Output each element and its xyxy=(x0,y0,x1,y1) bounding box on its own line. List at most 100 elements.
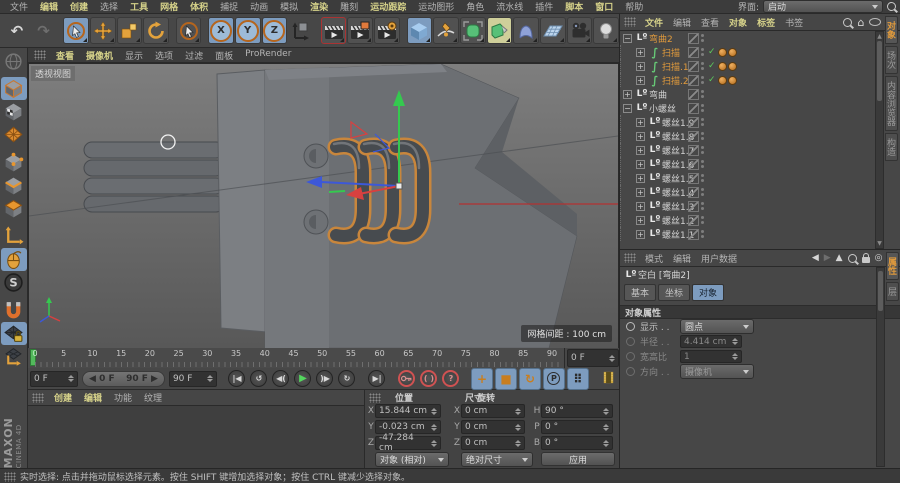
layer-toggle-icon[interactable] xyxy=(688,103,699,114)
current-frame-field[interactable]: 0 F xyxy=(567,349,619,367)
object-tree-item[interactable]: +Lº螺丝1.8 xyxy=(620,129,876,143)
coordinate-system-button[interactable] xyxy=(288,17,314,44)
render-settings-button[interactable] xyxy=(374,17,400,44)
coordinate-field[interactable]: 90 ° xyxy=(541,404,613,418)
visibility-dots-icon[interactable] xyxy=(701,160,704,168)
material-menu-编辑[interactable]: 编辑 xyxy=(78,391,108,404)
stepper-icon[interactable] xyxy=(512,408,521,415)
coordinate-field[interactable]: -0.023 cm xyxy=(375,420,441,434)
attribute-field[interactable]: 1 xyxy=(680,350,742,363)
om-menu-编辑[interactable]: 编辑 xyxy=(668,16,696,29)
workplane-mode-button[interactable] xyxy=(1,124,27,146)
object-tree-item[interactable]: +Lº螺丝1.4 xyxy=(620,185,876,199)
layer-toggle-icon[interactable] xyxy=(688,47,699,58)
viewport-menu-ProRender[interactable]: ProRender xyxy=(239,49,297,62)
visibility-dots-icon[interactable] xyxy=(701,62,704,70)
expand-icon[interactable]: + xyxy=(636,174,645,183)
viewport-menu-查看[interactable]: 查看 xyxy=(50,49,80,62)
layer-toggle-icon[interactable] xyxy=(688,131,699,142)
last-tool-button[interactable] xyxy=(176,17,202,44)
drag-handle[interactable] xyxy=(4,472,16,482)
redo-button[interactable]: ↷ xyxy=(31,17,57,44)
forward-icon[interactable]: ▶ xyxy=(824,253,831,263)
expand-icon[interactable]: + xyxy=(636,48,645,57)
expand-icon[interactable]: + xyxy=(636,216,645,225)
enable-axis-button[interactable] xyxy=(1,225,27,247)
view-type-label[interactable]: 透视视图 xyxy=(31,66,75,81)
object-tree-item[interactable]: +Lº螺丝1.5 xyxy=(620,171,876,185)
drag-handle[interactable] xyxy=(624,17,636,27)
subdivision-surface-button[interactable] xyxy=(460,17,486,44)
goto-start-button[interactable]: |◀ xyxy=(227,369,247,389)
target-icon[interactable]: ◎ xyxy=(875,253,883,263)
loop-button[interactable]: ↻ xyxy=(337,369,357,389)
layer-toggle-icon[interactable] xyxy=(688,89,699,100)
menu-模拟[interactable]: 模拟 xyxy=(274,0,304,13)
expand-icon[interactable]: + xyxy=(636,160,645,169)
layer-toggle-icon[interactable] xyxy=(688,145,699,156)
menu-脚本[interactable]: 脚本 xyxy=(559,0,589,13)
object-tree-item[interactable]: +∫扫描.2✓ xyxy=(620,73,876,87)
gizmo-center-handle[interactable] xyxy=(396,183,402,189)
visibility-dots-icon[interactable] xyxy=(701,230,704,238)
perspective-viewport[interactable]: 透视视图 网格间距 : 100 cm xyxy=(28,63,619,349)
object-tree-item[interactable]: −Lº弯曲2 xyxy=(620,31,876,45)
visibility-dots-icon[interactable] xyxy=(701,202,704,210)
record-keyframe-button[interactable] xyxy=(397,369,417,389)
menu-角色[interactable]: 角色 xyxy=(460,0,490,13)
keyframe-circle-icon[interactable] xyxy=(626,322,635,331)
menu-动画[interactable]: 动画 xyxy=(244,0,274,13)
menu-编辑[interactable]: 编辑 xyxy=(34,0,64,13)
viewport-menu-摄像机[interactable]: 摄像机 xyxy=(80,49,119,62)
drag-handle[interactable] xyxy=(369,393,381,403)
am-menu-模式[interactable]: 模式 xyxy=(640,252,668,265)
panel-tab-构造[interactable]: 构造 xyxy=(885,133,898,161)
menu-体积[interactable]: 体积 xyxy=(184,0,214,13)
snap-settings-button[interactable]: S xyxy=(1,272,27,294)
object-tree-item[interactable]: +∫扫描✓ xyxy=(620,45,876,59)
lock-x-axis-button[interactable]: X xyxy=(208,17,234,44)
panel-tab-场次[interactable]: 场次 xyxy=(885,46,898,74)
menu-流水线[interactable]: 流水线 xyxy=(490,0,529,13)
expand-icon[interactable]: + xyxy=(636,76,645,85)
layer-toggle-icon[interactable] xyxy=(688,229,699,240)
visibility-dots-icon[interactable] xyxy=(701,118,704,126)
enabled-check-icon[interactable]: ✓ xyxy=(708,47,716,57)
frame-end-field[interactable]: 90 F xyxy=(169,371,217,387)
object-tree-item[interactable]: +Lº螺丝1.7 xyxy=(620,143,876,157)
play-forward-button[interactable]: ▶ xyxy=(293,369,313,389)
scroll-up-icon[interactable]: ▲ xyxy=(876,33,883,40)
move-tool-button[interactable] xyxy=(90,17,116,44)
coordinate-field[interactable]: -47.284 cm xyxy=(375,436,441,450)
menu-运动图形[interactable]: 运动图形 xyxy=(412,0,460,13)
panel-tab-属性[interactable]: 属性 xyxy=(886,252,899,280)
key-position-button[interactable]: + xyxy=(471,368,493,390)
stepper-icon[interactable] xyxy=(512,424,521,431)
object-tree-item[interactable]: +Lº弯曲 xyxy=(620,87,876,101)
lock-z-axis-button[interactable]: Z xyxy=(262,17,288,44)
deformer-button[interactable] xyxy=(513,17,539,44)
visibility-dots-icon[interactable] xyxy=(701,216,704,224)
visibility-dots-icon[interactable] xyxy=(701,146,704,154)
sweep-generator-button[interactable] xyxy=(487,17,513,44)
coordinate-field[interactable]: 0 ° xyxy=(541,420,613,434)
stepper-icon[interactable] xyxy=(600,424,609,431)
texture-mode-button[interactable] xyxy=(1,101,27,123)
object-tree-item[interactable]: +Lº螺丝1.9 xyxy=(620,115,876,129)
enable-snap-button[interactable] xyxy=(1,299,27,321)
search-icon[interactable] xyxy=(848,254,857,263)
object-tree-item[interactable]: +Lº螺丝1.1 xyxy=(620,227,876,241)
autokey-button[interactable]: ( ) xyxy=(419,369,439,389)
stepper-icon[interactable] xyxy=(606,355,615,362)
stepper-icon[interactable] xyxy=(600,408,609,415)
layer-toggle-icon[interactable] xyxy=(688,117,699,128)
object-name[interactable]: 弯曲2 xyxy=(649,32,673,45)
menu-捕捉[interactable]: 捕捉 xyxy=(214,0,244,13)
add-cube-button[interactable] xyxy=(407,17,433,44)
om-menu-对象[interactable]: 对象 xyxy=(724,16,752,29)
stepper-icon[interactable] xyxy=(600,440,609,447)
undo-button[interactable]: ↶ xyxy=(4,17,30,44)
phong-tag-icons[interactable] xyxy=(718,62,737,71)
layer-toggle-icon[interactable] xyxy=(688,215,699,226)
eye-icon[interactable] xyxy=(869,18,881,26)
